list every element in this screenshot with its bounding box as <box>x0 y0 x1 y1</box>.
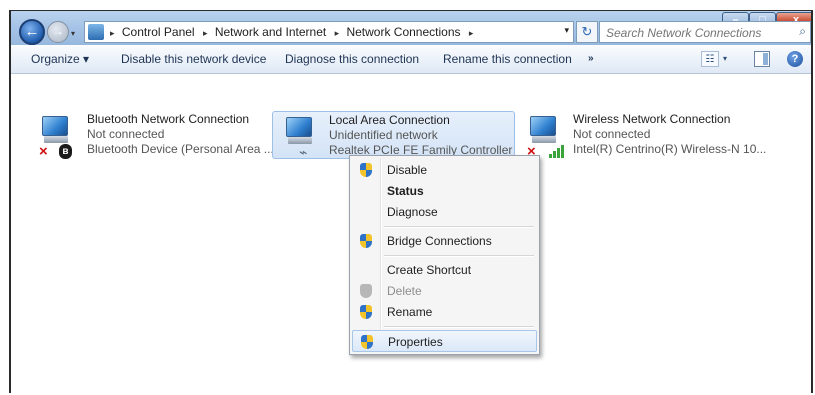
connection-item-local-area[interactable]: ⌁ Local Area Connection Unidentified net… <box>272 111 515 160</box>
menu-item-properties[interactable]: Properties <box>352 330 537 352</box>
search-icon[interactable]: ⌕ <box>799 24 806 39</box>
preview-pane-icon[interactable] <box>754 51 770 67</box>
breadcrumb-network-connections[interactable]: Network Connections <box>346 25 460 39</box>
network-cable-icon: ⌁ <box>299 144 308 160</box>
command-bar: Organize ▾ Disable this network device D… <box>11 45 811 74</box>
more-commands-button[interactable]: » <box>588 53 594 64</box>
wireless-adapter-icon: × <box>527 116 564 159</box>
uac-shield-icon <box>360 163 373 177</box>
menu-item-label: Delete <box>387 284 422 298</box>
breadcrumb-network-and-internet[interactable]: Network and Internet <box>215 25 326 39</box>
ethernet-adapter-icon: ⌁ <box>283 117 317 160</box>
uac-shield-icon <box>360 305 373 319</box>
signal-bars-icon <box>549 144 565 158</box>
connection-name: Wireless Network Connection <box>573 112 731 126</box>
bluetooth-icon: ʙ <box>59 144 72 159</box>
menu-item-bridge-connections[interactable]: Bridge Connections <box>352 230 537 252</box>
breadcrumb-separator[interactable]: ▸ <box>335 28 340 38</box>
diagnose-connection-button[interactable]: Diagnose this connection <box>285 52 419 66</box>
connection-device: Bluetooth Device (Personal Area ... <box>87 142 274 156</box>
back-button[interactable]: ← <box>19 19 45 45</box>
connection-device: Intel(R) Centrino(R) Wireless-N 10... <box>573 142 767 156</box>
forward-button[interactable]: → <box>47 21 69 43</box>
change-view-icon[interactable]: ☷ <box>701 51 719 67</box>
context-menu: Disable Status Diagnose Bridge Connectio… <box>349 155 540 355</box>
menu-item-label: Bridge Connections <box>387 234 492 248</box>
menu-item-disable[interactable]: Disable <box>352 159 537 181</box>
menu-item-label: Create Shortcut <box>387 263 472 277</box>
organize-button[interactable]: Organize ▾ <box>31 52 89 66</box>
menu-item-status[interactable]: Status <box>352 180 537 202</box>
uac-shield-icon <box>361 335 374 349</box>
disable-device-button[interactable]: Disable this network device <box>121 52 266 66</box>
help-icon[interactable]: ? <box>787 51 803 67</box>
breadcrumb-separator[interactable]: ▸ <box>469 28 474 38</box>
menu-separator <box>384 226 534 228</box>
breadcrumb-separator[interactable]: ▸ <box>110 28 115 38</box>
recent-pages-dropdown[interactable]: ▾ <box>71 29 75 38</box>
menu-separator <box>384 326 534 328</box>
uac-shield-icon <box>360 234 373 248</box>
menu-item-label: Disable <box>387 163 428 177</box>
view-options-dropdown-icon[interactable]: ▾ <box>723 51 727 67</box>
address-bar[interactable]: ▸ Control Panel ▸ Network and Internet ▸… <box>84 21 574 43</box>
search-box[interactable]: ⌕ <box>599 21 811 44</box>
title-bar: – □ x ← → ▾ ▸ Control Panel ▸ Network an… <box>11 11 811 45</box>
connection-status: Unidentified network <box>329 128 438 142</box>
connection-status: Not connected <box>573 127 651 141</box>
connection-name: Bluetooth Network Connection <box>87 112 250 126</box>
breadcrumb-separator[interactable]: ▸ <box>203 28 208 38</box>
menu-item-label: Status <box>387 184 424 198</box>
control-panel-icon <box>88 24 104 40</box>
menu-item-delete[interactable]: Delete <box>352 280 537 302</box>
address-dropdown-icon[interactable]: ▾ <box>564 25 569 36</box>
breadcrumb: ▸ Control Panel ▸ Network and Internet ▸… <box>109 25 477 39</box>
menu-item-rename[interactable]: Rename <box>352 301 537 323</box>
connection-name: Local Area Connection <box>329 113 450 127</box>
disconnected-x-icon: × <box>39 143 48 160</box>
breadcrumb-control-panel[interactable]: Control Panel <box>122 25 195 39</box>
menu-item-diagnose[interactable]: Diagnose <box>352 201 537 223</box>
connection-item-wireless[interactable]: × Wireless Network Connection Not connec… <box>517 111 787 159</box>
menu-item-label: Diagnose <box>387 205 438 219</box>
connection-item-bluetooth[interactable]: × ʙ Bluetooth Network Connection Not con… <box>29 111 274 159</box>
menu-separator <box>384 255 534 257</box>
menu-item-label: Properties <box>388 335 443 349</box>
menu-item-create-shortcut[interactable]: Create Shortcut <box>352 259 537 281</box>
menu-item-label: Rename <box>387 305 433 319</box>
bluetooth-adapter-icon: × ʙ <box>39 116 73 159</box>
refresh-button[interactable]: ↻ <box>576 21 598 43</box>
connection-status: Not connected <box>87 127 165 141</box>
rename-connection-button[interactable]: Rename this connection <box>443 52 572 66</box>
uac-shield-icon <box>360 284 373 298</box>
search-input[interactable] <box>600 22 796 44</box>
